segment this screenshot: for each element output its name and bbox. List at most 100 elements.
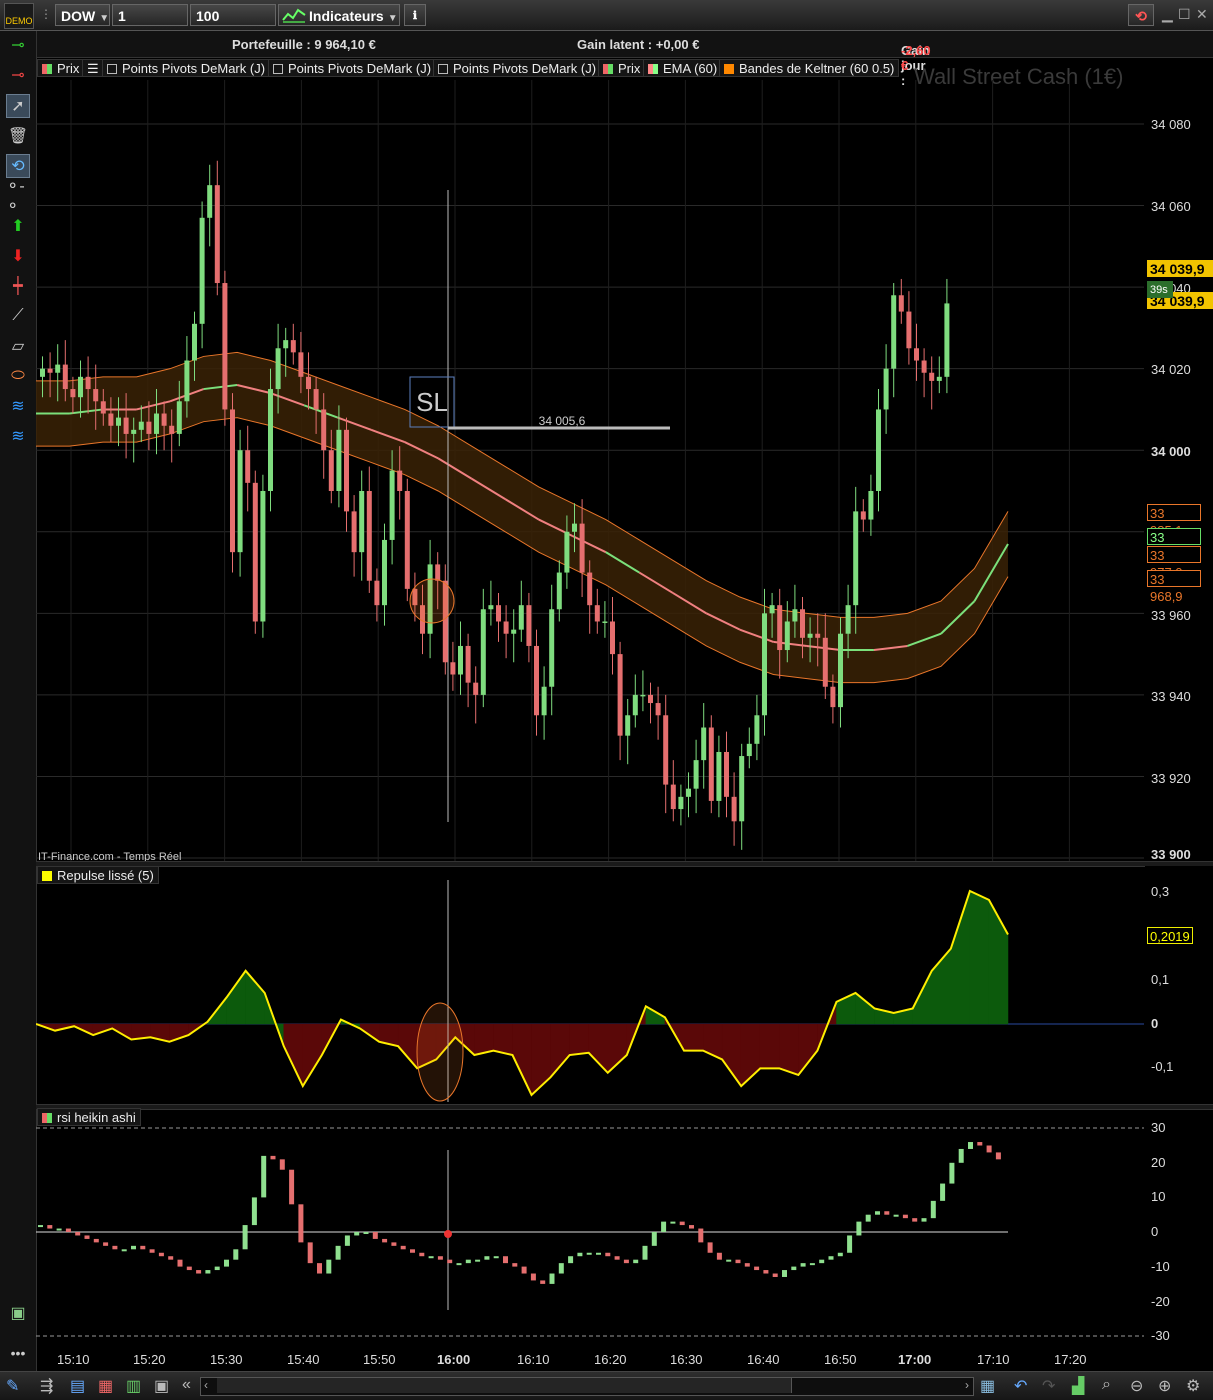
- info-button[interactable]: ℹ: [404, 4, 426, 26]
- sync-button[interactable]: ⟲: [1128, 4, 1154, 26]
- annotation-ellipse[interactable]: [416, 1002, 464, 1102]
- price-chart[interactable]: SL 34 005,6: [36, 80, 1144, 862]
- drawing-toolbar: ⊸ ⊸ ➚ 🗑 ⟲ ⚬-⚬ ⬆ ⬇ ┿ ⟋ ▱ ⬭ ≋ ≋ ▣ •••: [0, 31, 37, 1399]
- scroll-right-icon[interactable]: ›: [965, 1378, 969, 1392]
- chat-icon[interactable]: ▤: [70, 1376, 85, 1396]
- pointer-tool-icon[interactable]: ➚: [6, 94, 30, 118]
- settings-icon[interactable]: ⚙: [1186, 1376, 1200, 1396]
- candle: [701, 727, 707, 761]
- legend-pivots-1[interactable]: Points Pivots DeMark (J): [102, 59, 271, 77]
- units-selector[interactable]: 100 unités▼: [190, 4, 276, 46]
- repulse-area-segment: [397, 1023, 418, 1070]
- rsi-tick: -20: [1151, 1294, 1170, 1309]
- repulse-axis[interactable]: 0,3 0,1 0 -0,1: [1145, 866, 1213, 1106]
- rsi-bar: [84, 1235, 90, 1239]
- candle: [602, 621, 608, 623]
- zoom-area-icon[interactable]: ⌕: [1102, 1376, 1111, 1394]
- repulse-area-segment: [226, 970, 246, 1025]
- candle: [382, 539, 387, 606]
- more-icon[interactable]: •••: [6, 1341, 30, 1365]
- rsi-tick: 30: [1151, 1120, 1166, 1135]
- rsi-marker: [444, 1230, 452, 1238]
- candle: [351, 511, 357, 553]
- legend-prix[interactable]: Prix: [37, 59, 85, 77]
- buy-arrow-icon[interactable]: ⬆: [6, 214, 30, 238]
- share-icon[interactable]: ⇶: [40, 1376, 53, 1396]
- ellipse-tool-icon[interactable]: ⬭: [6, 364, 30, 388]
- rsi-bar: [568, 1256, 574, 1264]
- close-icon[interactable]: ✕: [1196, 6, 1208, 23]
- layers-icon[interactable]: ▣: [6, 1301, 30, 1325]
- candle: [572, 523, 577, 532]
- legend-prix-2[interactable]: Prix: [598, 59, 646, 77]
- legend-pivots-3[interactable]: Points Pivots DeMark (J): [433, 59, 602, 77]
- segment-tool-icon[interactable]: ⚬-⚬: [6, 178, 30, 215]
- chart-type-icon[interactable]: ▟: [1072, 1376, 1084, 1396]
- repulse-chart[interactable]: [36, 866, 1144, 1106]
- zoom-in-icon[interactable]: ⊕: [1158, 1376, 1171, 1396]
- rsi-axis[interactable]: 30 20 10 0 -10 -20 -30: [1145, 1110, 1213, 1350]
- redo-icon[interactable]: ↷: [1042, 1376, 1055, 1396]
- refresh-pointer-icon[interactable]: ⟲: [6, 154, 30, 178]
- level-tool-icon[interactable]: ┿: [6, 274, 30, 298]
- candle: [328, 450, 334, 491]
- candle: [868, 491, 874, 520]
- candle: [298, 352, 304, 377]
- rsi-bar: [475, 1259, 481, 1262]
- candle: [549, 609, 555, 687]
- ruler-tool-icon[interactable]: ▱: [6, 334, 30, 358]
- sell-arrow-icon[interactable]: ⬇: [6, 244, 30, 268]
- trendline-tool-icon[interactable]: ⟋: [6, 304, 30, 328]
- positions-icon[interactable]: ▥: [126, 1376, 141, 1396]
- rsi-bar: [456, 1263, 462, 1266]
- repulse-area-segment: [531, 1023, 551, 1096]
- rsi-bar: [158, 1252, 164, 1257]
- rsi-bar: [875, 1211, 880, 1215]
- timeframe-selector[interactable]: 1 minute▼: [112, 4, 188, 46]
- scroll-left-icon[interactable]: ‹: [204, 1378, 208, 1392]
- candle: [306, 376, 311, 390]
- legend-pivots-2[interactable]: Points Pivots DeMark (J): [268, 59, 437, 77]
- instrument-selector[interactable]: DOW ▼: [55, 4, 110, 26]
- rsi-bar: [949, 1162, 955, 1184]
- demo-label: DEMO: [5, 16, 33, 26]
- legend-list-button[interactable]: ☰: [82, 59, 104, 77]
- time-scrollbar[interactable]: ‹ ›: [200, 1377, 974, 1396]
- repulse-area-segment: [798, 1023, 818, 1076]
- rsi-chart[interactable]: [36, 1110, 1144, 1350]
- horizontal-line-tool-icon[interactable]: ⊸: [6, 33, 30, 57]
- horizontal-line-red-tool-icon[interactable]: ⊸: [6, 63, 30, 87]
- rsi-bar: [410, 1249, 415, 1253]
- channel-tool-icon[interactable]: ≋: [6, 394, 30, 418]
- repulse-tick: 0,1: [1151, 972, 1170, 987]
- rsi-bar: [605, 1252, 611, 1257]
- zoom-out-icon[interactable]: ⊖: [1130, 1376, 1143, 1396]
- legend-ema[interactable]: EMA (60): [643, 59, 723, 77]
- annotation-circle[interactable]: [409, 578, 455, 624]
- trash-icon[interactable]: 🗑: [6, 124, 30, 148]
- orders-icon[interactable]: ▦: [98, 1376, 113, 1396]
- scrollbar-thumb[interactable]: [217, 1378, 792, 1393]
- legend-keltner[interactable]: Bandes de Keltner (60 0.5): [719, 59, 900, 77]
- undo-icon[interactable]: ↶: [1014, 1376, 1027, 1396]
- rsi-bar: [465, 1259, 471, 1264]
- rsi-bar: [93, 1238, 99, 1243]
- minimize-icon[interactable]: ▁: [1162, 6, 1173, 23]
- chart-window-icon[interactable]: ▣: [154, 1376, 169, 1396]
- pen-icon[interactable]: ✎: [6, 1376, 19, 1396]
- double-chevron-left-icon[interactable]: «: [182, 1376, 191, 1394]
- candle: [807, 633, 813, 638]
- rsi-bar: [530, 1273, 536, 1281]
- indicators-button[interactable]: Indicateurs ▼: [278, 4, 400, 26]
- maximize-icon[interactable]: ☐: [1178, 6, 1191, 23]
- rsi-bar: [726, 1259, 732, 1262]
- rsi-bar: [186, 1266, 192, 1271]
- channel-alt-tool-icon[interactable]: ≋: [6, 424, 30, 448]
- price-axis[interactable]: 34 080 34 060 34 040 34 020 34 000 33 96…: [1145, 80, 1213, 862]
- rsi-bar: [270, 1155, 276, 1160]
- time-tick: 17:20: [1054, 1352, 1087, 1367]
- rsi-bar: [382, 1238, 388, 1243]
- list-icon: ☰: [87, 61, 99, 76]
- rsi-bar: [679, 1221, 685, 1226]
- calendar-icon[interactable]: ▦: [980, 1376, 995, 1396]
